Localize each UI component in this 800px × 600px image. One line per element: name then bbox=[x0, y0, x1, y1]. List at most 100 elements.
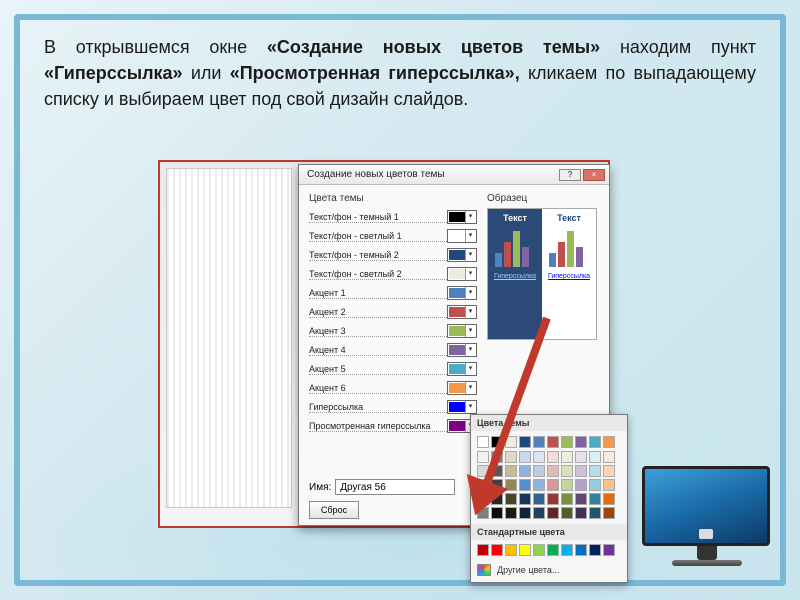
color-cell[interactable] bbox=[589, 465, 601, 477]
color-cell[interactable] bbox=[575, 451, 587, 463]
color-cell[interactable] bbox=[561, 493, 573, 505]
color-cell[interactable] bbox=[589, 451, 601, 463]
color-cell[interactable] bbox=[603, 479, 615, 491]
color-dropdown[interactable]: ▾ bbox=[447, 286, 477, 300]
color-cell[interactable] bbox=[477, 479, 489, 491]
dialog-body: Цвета темы Текст/фон - темный 1▾Текст/фо… bbox=[299, 185, 609, 442]
theme-color-row: Текст/фон - светлый 2▾ bbox=[309, 265, 477, 283]
color-cell[interactable] bbox=[547, 507, 559, 519]
color-cell[interactable] bbox=[561, 507, 573, 519]
color-cell[interactable] bbox=[477, 493, 489, 505]
more-colors-row[interactable]: Другие цвета... bbox=[471, 560, 627, 582]
color-cell[interactable] bbox=[533, 507, 545, 519]
color-cell[interactable] bbox=[533, 451, 545, 463]
color-cell[interactable] bbox=[575, 507, 587, 519]
color-cell[interactable] bbox=[505, 479, 517, 491]
color-cell[interactable] bbox=[533, 493, 545, 505]
color-cell[interactable] bbox=[533, 465, 545, 477]
color-cell[interactable] bbox=[533, 436, 545, 448]
color-cell[interactable] bbox=[547, 544, 559, 556]
color-cell[interactable] bbox=[533, 544, 545, 556]
color-dropdown[interactable]: ▾ bbox=[447, 324, 477, 338]
theme-name-input[interactable] bbox=[335, 479, 455, 495]
color-cell[interactable] bbox=[575, 479, 587, 491]
color-cell[interactable] bbox=[589, 544, 601, 556]
chevron-down-icon: ▾ bbox=[465, 306, 475, 318]
color-cell[interactable] bbox=[575, 544, 587, 556]
color-dropdown[interactable]: ▾ bbox=[447, 343, 477, 357]
color-cell[interactable] bbox=[547, 479, 559, 491]
color-cell[interactable] bbox=[561, 436, 573, 448]
color-dropdown[interactable]: ▾ bbox=[447, 210, 477, 224]
color-cell[interactable] bbox=[547, 465, 559, 477]
color-cell[interactable] bbox=[519, 451, 531, 463]
color-dropdown[interactable]: ▾ bbox=[447, 400, 477, 414]
color-cell[interactable] bbox=[603, 465, 615, 477]
color-dropdown[interactable]: ▾ bbox=[447, 267, 477, 281]
color-cell[interactable] bbox=[505, 493, 517, 505]
row-label: Гиперссылка bbox=[309, 402, 447, 413]
theme-color-row: Акцент 2▾ bbox=[309, 303, 477, 321]
color-cell[interactable] bbox=[519, 493, 531, 505]
color-cell[interactable] bbox=[589, 493, 601, 505]
color-cell[interactable] bbox=[589, 479, 601, 491]
color-cell[interactable] bbox=[533, 479, 545, 491]
color-cell[interactable] bbox=[519, 465, 531, 477]
color-dropdown[interactable]: ▾ bbox=[447, 248, 477, 262]
color-dropdown[interactable]: ▾ bbox=[447, 305, 477, 319]
color-dropdown[interactable]: ▾ bbox=[447, 381, 477, 395]
color-cell[interactable] bbox=[491, 465, 503, 477]
color-cell[interactable] bbox=[519, 507, 531, 519]
color-cell[interactable] bbox=[561, 451, 573, 463]
color-cell[interactable] bbox=[505, 507, 517, 519]
close-icon[interactable]: × bbox=[583, 169, 605, 181]
color-cell[interactable] bbox=[561, 479, 573, 491]
text-part: или bbox=[183, 63, 230, 83]
color-cell[interactable] bbox=[491, 544, 503, 556]
color-cell[interactable] bbox=[477, 507, 489, 519]
color-cell[interactable] bbox=[547, 436, 559, 448]
color-cell[interactable] bbox=[603, 507, 615, 519]
sample-hyperlink: Гиперссылка bbox=[548, 273, 590, 280]
sample-light-half: Текст Гиперссылка bbox=[542, 209, 596, 339]
color-cell[interactable] bbox=[491, 493, 503, 505]
row-label: Акцент 5 bbox=[309, 364, 447, 375]
dialog-titlebar: Создание новых цветов темы ? × bbox=[299, 165, 609, 185]
color-cell[interactable] bbox=[505, 465, 517, 477]
color-cell[interactable] bbox=[547, 451, 559, 463]
color-cell[interactable] bbox=[547, 493, 559, 505]
color-cell[interactable] bbox=[491, 451, 503, 463]
monitor-logo-icon bbox=[699, 529, 713, 539]
help-icon[interactable]: ? bbox=[559, 169, 581, 181]
color-cell[interactable] bbox=[603, 493, 615, 505]
color-cell[interactable] bbox=[561, 544, 573, 556]
color-cell[interactable] bbox=[589, 436, 601, 448]
color-cell[interactable] bbox=[477, 465, 489, 477]
color-dropdown[interactable]: ▾ bbox=[447, 229, 477, 243]
color-cell[interactable] bbox=[519, 436, 531, 448]
color-cell[interactable] bbox=[491, 507, 503, 519]
color-cell[interactable] bbox=[477, 436, 489, 448]
color-cell[interactable] bbox=[491, 479, 503, 491]
color-cell[interactable] bbox=[505, 451, 517, 463]
sample-dark-half: Текст Гиперссылка bbox=[488, 209, 542, 339]
color-cell[interactable] bbox=[589, 507, 601, 519]
color-cell[interactable] bbox=[575, 493, 587, 505]
color-cell[interactable] bbox=[491, 436, 503, 448]
color-cell[interactable] bbox=[603, 451, 615, 463]
color-cell[interactable] bbox=[603, 544, 615, 556]
color-cell[interactable] bbox=[505, 544, 517, 556]
color-cell[interactable] bbox=[575, 436, 587, 448]
color-dropdown[interactable]: ▾ bbox=[447, 362, 477, 376]
color-cell[interactable] bbox=[603, 436, 615, 448]
theme-color-row: Гиперссылка▾ bbox=[309, 398, 477, 416]
color-cell[interactable] bbox=[505, 436, 517, 448]
reset-button[interactable]: Сброс bbox=[309, 501, 359, 519]
color-cell[interactable] bbox=[561, 465, 573, 477]
color-cell[interactable] bbox=[575, 465, 587, 477]
row-label: Акцент 3 bbox=[309, 326, 447, 337]
color-cell[interactable] bbox=[519, 479, 531, 491]
color-cell[interactable] bbox=[477, 451, 489, 463]
color-cell[interactable] bbox=[519, 544, 531, 556]
color-cell[interactable] bbox=[477, 544, 489, 556]
